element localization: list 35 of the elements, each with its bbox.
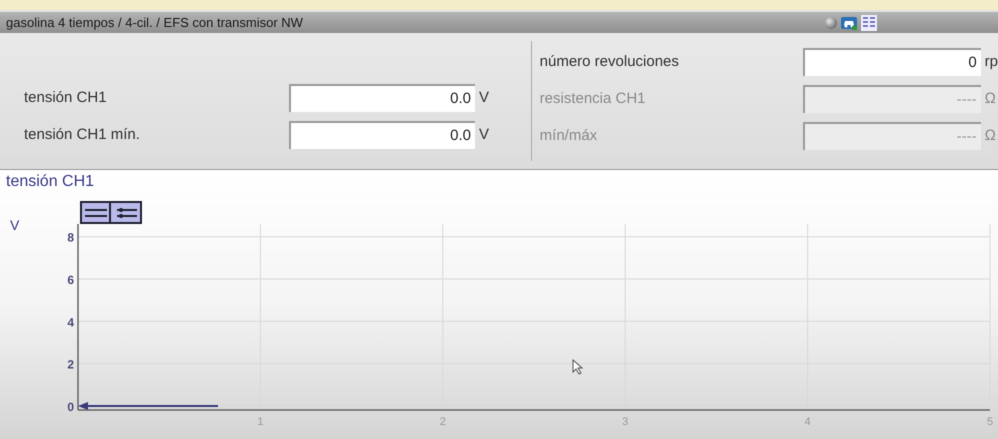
reading-field: ---- xyxy=(802,84,981,113)
reading-field: 0.0 xyxy=(289,120,475,149)
x-tick-label: 2 xyxy=(440,416,446,428)
y-tick-label: 0 xyxy=(67,400,74,414)
unit-label: rp xyxy=(984,52,998,72)
reading-field: 0.0 xyxy=(289,84,475,112)
axis-unit: V xyxy=(10,217,20,233)
reading-label: tensión CH1 mín. xyxy=(24,124,141,145)
unit-label: Ω xyxy=(984,88,996,109)
y-tick-label: 2 xyxy=(67,358,74,372)
unit-label: V xyxy=(479,124,490,145)
window-title: gasolina 4 tiempos / 4-cil. / EFS con transmisor NW xyxy=(6,14,303,32)
reading-label: resistencia CH1 xyxy=(540,88,647,109)
lines-icon xyxy=(84,208,106,218)
reading-label: mín/máx xyxy=(540,126,598,146)
unit-label: V xyxy=(479,88,490,108)
y-tick-label: 4 xyxy=(67,315,74,330)
car-icon[interactable] xyxy=(840,14,858,31)
chart-title: tensión CH1 xyxy=(5,172,96,192)
markers-icon xyxy=(114,206,136,218)
cursor-icon xyxy=(572,358,584,375)
reading-label: número revoluciones xyxy=(540,52,680,72)
reading-field: 0 xyxy=(802,48,981,76)
reading-label: tensión CH1 xyxy=(24,88,108,108)
lines-button[interactable] xyxy=(82,203,111,222)
y-tick-label: 6 xyxy=(67,273,74,288)
x-tick-label: 1 xyxy=(257,416,264,428)
data-list-icon[interactable] xyxy=(861,14,877,31)
reading-field: ---- xyxy=(802,122,981,150)
x-tick-label: 5 xyxy=(986,416,994,428)
x-tick-label: 4 xyxy=(804,416,811,428)
unit-label: Ω xyxy=(984,126,996,146)
level-marker-arrow[interactable] xyxy=(78,402,218,410)
x-tick-label: 3 xyxy=(622,416,628,428)
y-tick-label: 8 xyxy=(67,230,74,245)
